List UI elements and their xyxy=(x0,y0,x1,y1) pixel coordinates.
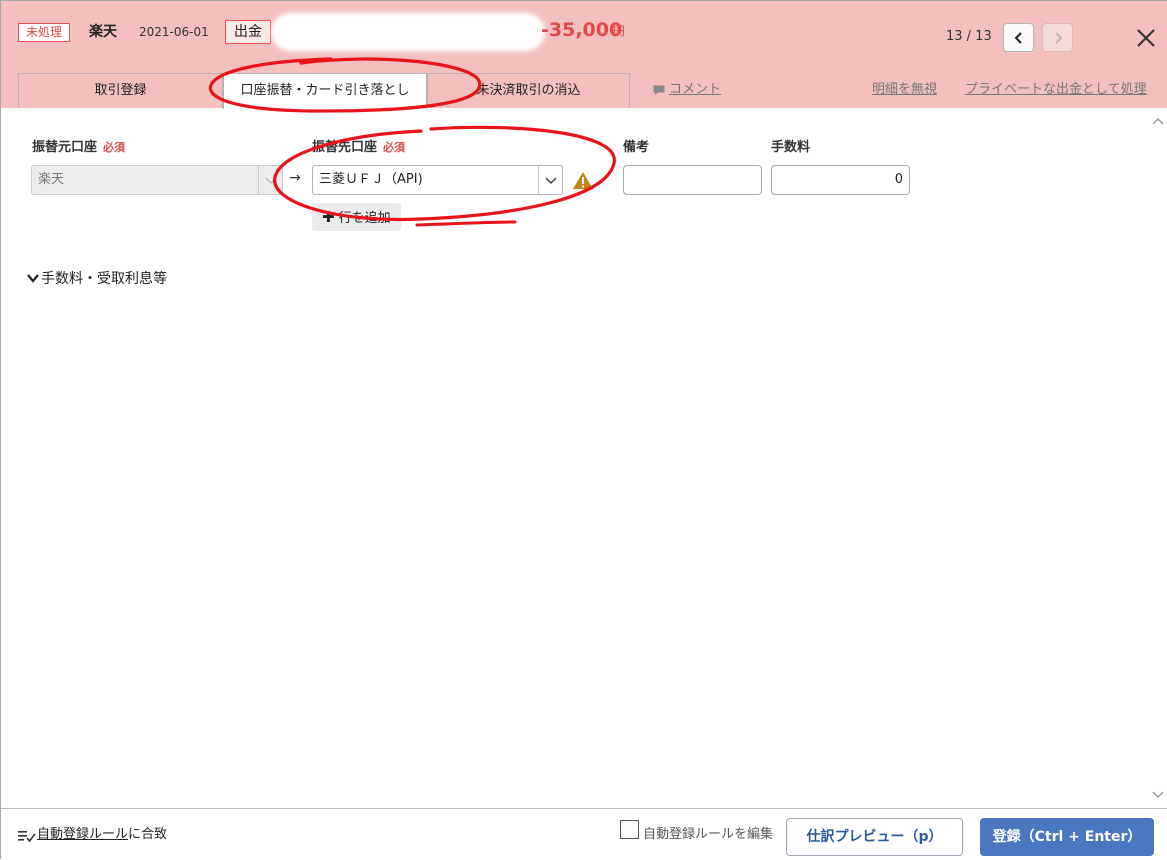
vertical-scrollbar[interactable] xyxy=(1149,108,1167,808)
tab-account-transfer[interactable]: 口座振替・カード引き落とし xyxy=(223,73,427,109)
from-account-label: 振替元口座 必須 xyxy=(32,139,125,157)
transaction-dialog: 未処理 楽天 2021-06-01 出金 -35,000 円 13 / 13 取… xyxy=(0,0,1167,860)
rule-list-icon xyxy=(18,831,36,843)
chevron-down-icon xyxy=(538,166,562,194)
from-account-select: 楽天 xyxy=(31,165,283,195)
tab-bar: 取引登録 口座振替・カード引き落とし 未決済取引の消込 xyxy=(18,73,630,109)
add-row-label: 行を追加 xyxy=(338,211,391,226)
account-name: 楽天 xyxy=(89,24,117,40)
rule-match-text: 自動登録ルールに合致 xyxy=(37,826,167,844)
arrow-right-icon: → xyxy=(289,170,301,186)
memo-input[interactable] xyxy=(623,165,762,195)
next-button[interactable] xyxy=(1042,23,1073,52)
pager-count: 13 / 13 xyxy=(946,29,992,44)
red-annotation-marks xyxy=(208,57,616,227)
ignore-statement-link[interactable]: 明細を無視 xyxy=(872,81,937,99)
annotation-underline xyxy=(415,220,517,227)
from-account-label-text: 振替元口座 xyxy=(32,140,98,155)
transaction-amount: -35,000 xyxy=(541,19,623,41)
dialog-footer: 自動登録ルールに合致 自動登録ルールを編集 仕訳プレビュー（p） 登録（Ctrl… xyxy=(1,808,1167,860)
tab-transaction-register[interactable]: 取引登録 xyxy=(18,73,223,108)
plus-icon: ✚ xyxy=(322,208,335,226)
scroll-down-icon[interactable] xyxy=(1152,788,1164,800)
edit-rule-checkbox[interactable] xyxy=(620,820,639,839)
transaction-type-badge: 出金 xyxy=(225,20,271,44)
previous-button[interactable] xyxy=(1003,23,1034,52)
chevron-down-icon xyxy=(258,166,282,194)
to-account-select[interactable]: 三菱ＵＦＪ（API) xyxy=(312,165,563,195)
fees-section-toggle[interactable]: 手数料・受取利息等 xyxy=(27,270,167,288)
auto-rule-link[interactable]: 自動登録ルール xyxy=(37,827,128,842)
required-marker: 必須 xyxy=(383,141,406,154)
status-badge: 未処理 xyxy=(18,23,71,42)
register-button[interactable]: 登録（Ctrl + Enter） xyxy=(980,818,1154,856)
from-account-value: 楽天 xyxy=(38,172,65,187)
dialog-header: 未処理 楽天 2021-06-01 出金 -35,000 円 13 / 13 取… xyxy=(1,1,1167,109)
warning-icon xyxy=(573,172,593,189)
comment-icon xyxy=(653,85,665,95)
fee-input[interactable]: 0 xyxy=(771,165,910,195)
fees-section-label: 手数料・受取利息等 xyxy=(41,271,167,287)
redacted-description xyxy=(275,17,541,47)
journal-preview-button[interactable]: 仕訳プレビュー（p） xyxy=(786,818,963,856)
amount-unit: 円 xyxy=(613,24,626,38)
rule-match-suffix: に合致 xyxy=(128,827,168,842)
to-account-label-text: 振替先口座 xyxy=(312,140,378,155)
transaction-date: 2021-06-01 xyxy=(139,25,209,39)
chevron-left-icon xyxy=(1014,32,1022,44)
close-icon[interactable] xyxy=(1132,24,1160,52)
private-withdrawal-link[interactable]: プライベートな出金として処理 xyxy=(965,81,1147,99)
add-row-button[interactable]: ✚ 行を追加 xyxy=(312,203,401,231)
edit-rule-checkbox-label[interactable]: 自動登録ルールを編集 xyxy=(643,826,773,844)
required-marker: 必須 xyxy=(103,141,126,154)
chevron-right-icon xyxy=(1054,32,1062,44)
chevron-down-icon xyxy=(27,274,39,283)
comment-link[interactable]: コメント xyxy=(669,81,721,99)
to-account-value: 三菱ＵＦＪ（API) xyxy=(319,172,423,187)
scroll-up-icon[interactable] xyxy=(1152,116,1164,128)
tab-unsettled-reconcile[interactable]: 未決済取引の消込 xyxy=(427,73,630,108)
memo-label: 備考 xyxy=(623,140,650,155)
fee-label: 手数料 xyxy=(771,140,811,155)
to-account-label: 振替先口座 必須 xyxy=(312,139,405,157)
